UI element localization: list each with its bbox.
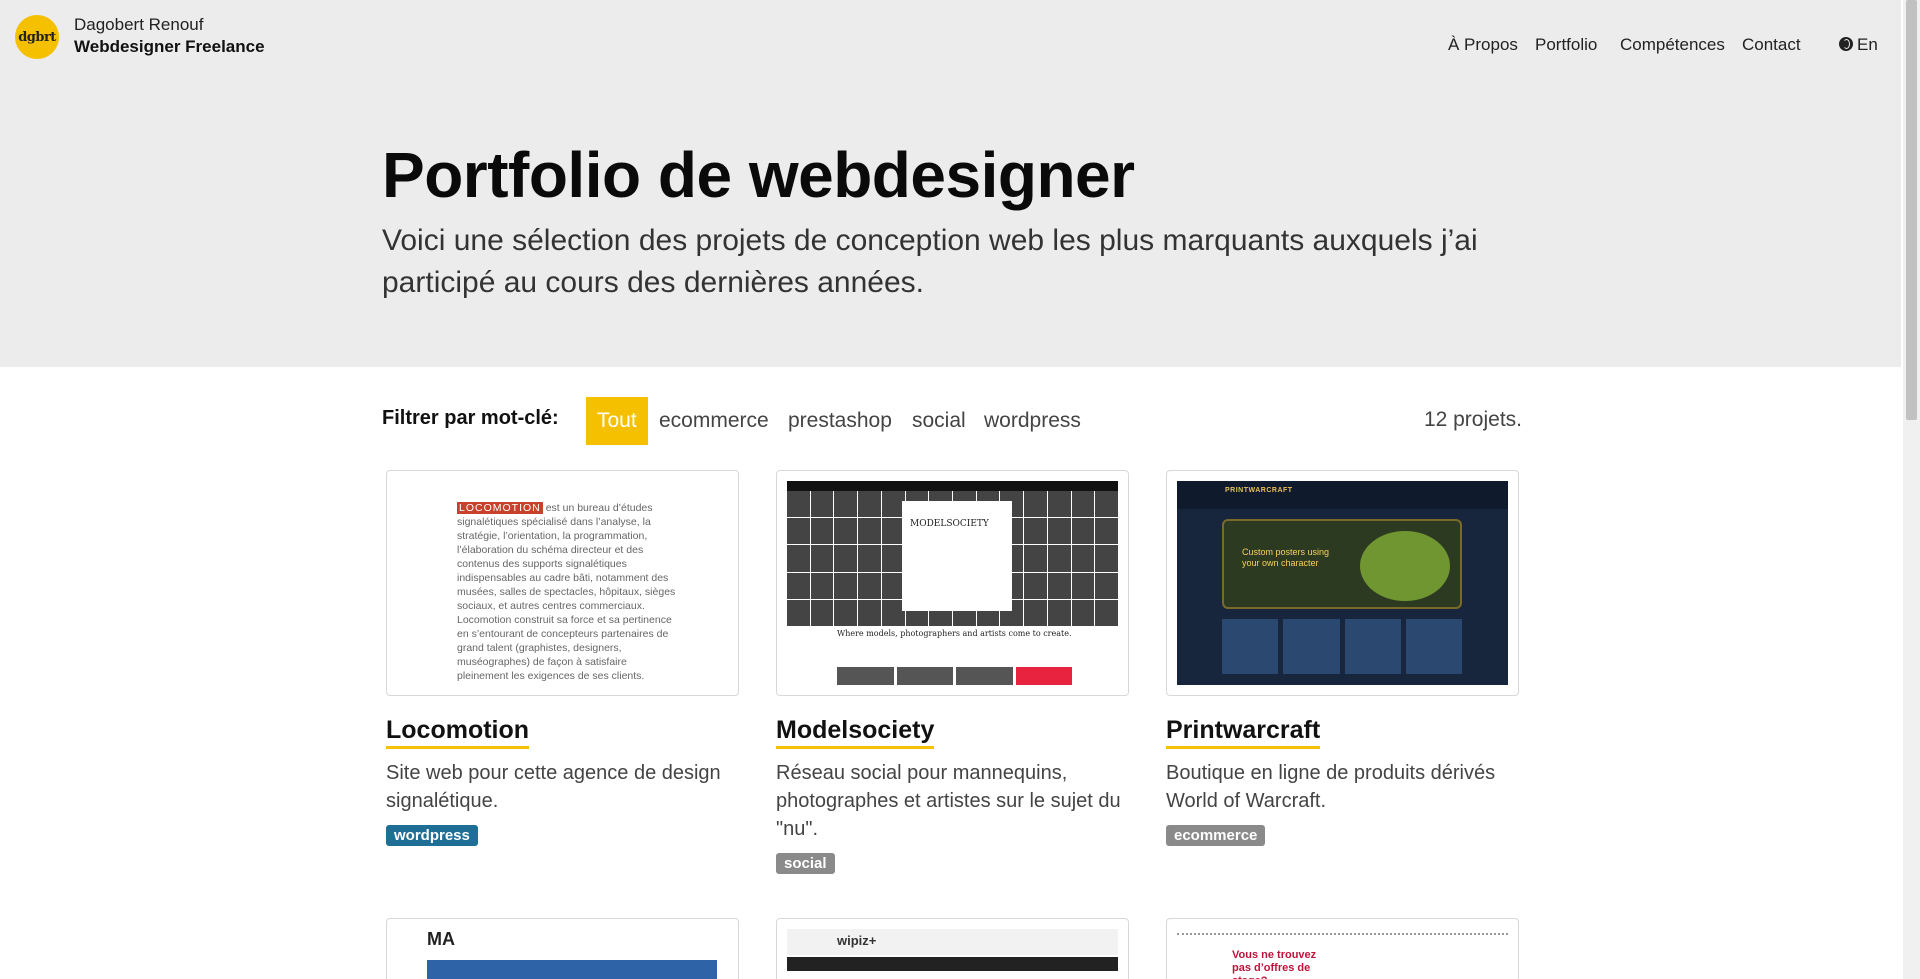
project-thumbnail[interactable]: MA <box>386 918 739 979</box>
project-thumbnail[interactable]: LOCOMOTION est un bureau d’études signal… <box>386 470 739 696</box>
language-label: En <box>1857 35 1878 54</box>
thumbnail-topbar: PRINTWARCRAFT <box>1177 481 1508 509</box>
thumbnail-tagline: Where models, photographers and artists … <box>837 629 1072 638</box>
filter-ecommerce[interactable]: ecommerce <box>659 397 769 445</box>
filter-tout[interactable]: Tout <box>586 397 648 445</box>
thumbnail-preview: LOCOMOTION est un bureau d’études signal… <box>397 481 728 683</box>
filter-wordpress[interactable]: wordpress <box>984 397 1081 445</box>
project-card-partial-2: wipiz+ <box>776 918 1129 979</box>
thumbnail-topbar <box>787 481 1118 491</box>
scrollbar[interactable] <box>1903 0 1920 979</box>
project-description: Réseau social pour mannequins, photograp… <box>776 762 1121 840</box>
thumbnail-strip <box>837 667 1072 685</box>
thumbnail-image <box>427 960 717 979</box>
project-thumbnail[interactable]: PRINTWARCRAFT Custom posters using your … <box>1166 470 1519 696</box>
thumbnail-logo-card: MODELSOCIETY <box>902 501 1012 611</box>
thumbnail-nav <box>787 957 1118 971</box>
thumbnail-headline: Custom posters using your own character <box>1242 547 1330 568</box>
project-description: Site web pour cette agence de design sig… <box>386 762 721 812</box>
project-thumbnail[interactable]: Vous ne trouvez pas d’offres de stage? <box>1166 918 1519 979</box>
thumbnail-logo: wipiz+ <box>787 929 1118 955</box>
thumbnail-logo: MODELSOCIETY <box>910 519 989 529</box>
scrollbar-thumb[interactable] <box>1906 0 1917 420</box>
project-title[interactable]: Modelsociety <box>776 716 935 749</box>
project-title[interactable]: Printwarcraft <box>1166 716 1321 749</box>
thumbnail-text: est un bureau d’études signalétiques spé… <box>457 502 676 682</box>
thumbnail-products <box>1222 619 1462 674</box>
nav-item-portfolio[interactable]: Portfolio <box>1535 35 1597 55</box>
thumbnail-logo: PRINTWARCRAFT <box>1225 487 1293 494</box>
project-tag[interactable]: social <box>776 853 835 874</box>
language-switcher[interactable]: En <box>1839 35 1878 55</box>
globe-icon <box>1839 37 1853 51</box>
nav-item-a-propos[interactable]: À Propos <box>1448 35 1518 55</box>
project-card-locomotion: LOCOMOTION est un bureau d’études signal… <box>386 470 739 846</box>
project-tag[interactable]: wordpress <box>386 825 478 846</box>
project-card-partial-3: Vous ne trouvez pas d’offres de stage? <box>1166 918 1519 979</box>
thumbnail-hero: Custom posters using your own character <box>1222 519 1462 609</box>
project-count: 12 projets. <box>1423 408 1522 431</box>
project-card-printwarcraft: PRINTWARCRAFT Custom posters using your … <box>1166 470 1519 846</box>
project-card-partial-1: MA <box>386 918 739 979</box>
project-thumbnail[interactable]: MODELSOCIETY Where models, photographers… <box>776 470 1129 696</box>
project-thumbnail[interactable]: wipiz+ <box>776 918 1129 979</box>
page-title: Portfolio de webdesigner <box>382 139 1135 211</box>
thumbnail-preview: MODELSOCIETY Where models, photographers… <box>787 481 1118 685</box>
project-title[interactable]: Locomotion <box>386 716 530 749</box>
thumbnail-headline: Vous ne trouvez pas d’offres de stage? <box>1232 949 1317 979</box>
filter-prestashop[interactable]: prestashop <box>788 397 892 445</box>
project-card-modelsociety: MODELSOCIETY Where models, photographers… <box>776 470 1129 874</box>
thumbnail-preview: PRINTWARCRAFT Custom posters using your … <box>1177 481 1508 685</box>
main-nav: À Propos Portfolio Compétences Contact E… <box>0 35 1901 59</box>
filter-label: Filtrer par mot-clé: <box>382 407 559 429</box>
nav-item-competences[interactable]: Compétences <box>1620 35 1725 55</box>
brand-name: Dagobert Renouf <box>74 15 204 34</box>
page-subtitle: Voici une sélection des projets de conce… <box>382 224 1478 299</box>
project-tag[interactable]: ecommerce <box>1166 825 1266 846</box>
project-description: Boutique en ligne de produits dérivés Wo… <box>1166 762 1496 812</box>
filter-bar: Filtrer par mot-clé: Tout ecommerce pres… <box>382 397 1522 445</box>
page-header: dgbrt Dagobert Renouf Webdesigner Freela… <box>0 0 1901 367</box>
nav-item-contact[interactable]: Contact <box>1742 35 1801 55</box>
thumbnail-glow <box>1360 531 1450 601</box>
thumbnail-logo: MA <box>427 929 455 949</box>
thumbnail-dots <box>1177 933 1508 943</box>
thumbnail-brand: LOCOMOTION <box>457 502 543 514</box>
filter-social[interactable]: social <box>912 397 966 445</box>
